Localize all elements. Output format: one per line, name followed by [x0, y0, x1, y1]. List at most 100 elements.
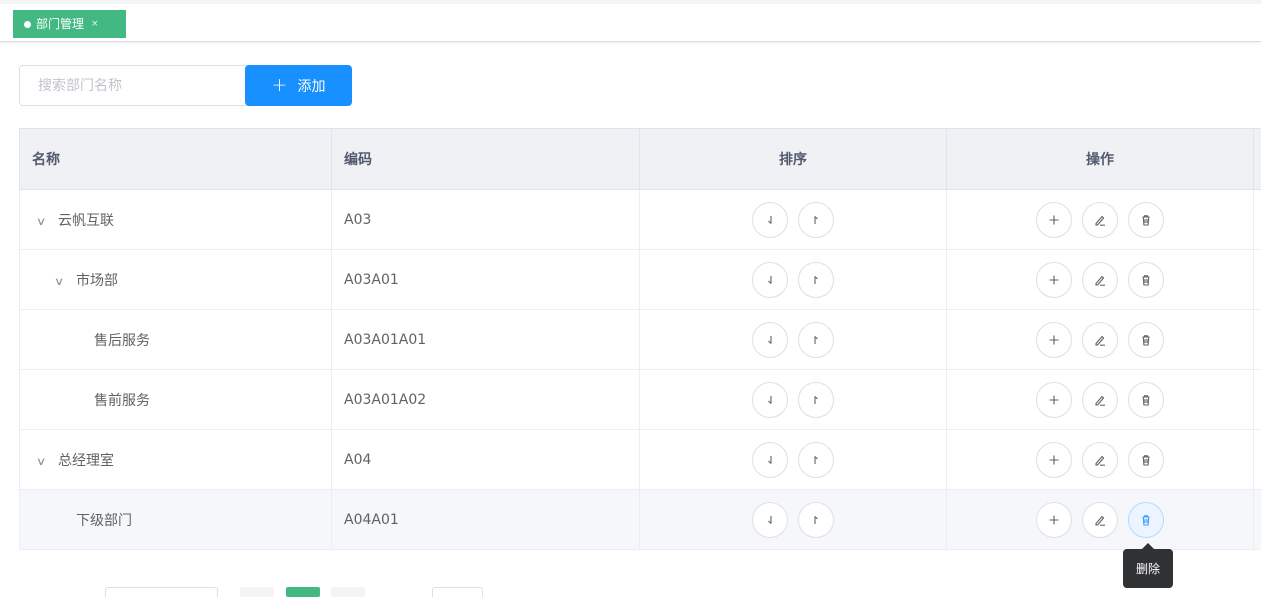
move-down-button[interactable] [752, 502, 788, 538]
delete-button[interactable] [1128, 202, 1164, 238]
add-child-button[interactable] [1036, 442, 1072, 478]
table-row[interactable]: 下级部门 A04A01 [20, 490, 1261, 550]
page-size-select[interactable] [105, 587, 218, 597]
arrow-up-icon [809, 333, 823, 347]
delete-button[interactable] [1128, 262, 1164, 298]
move-up-button[interactable] [798, 442, 834, 478]
dept-name: 下级部门 [76, 513, 132, 529]
edit-icon [1093, 333, 1107, 347]
move-down-button[interactable] [752, 202, 788, 238]
edit-icon [1093, 453, 1107, 467]
add-child-button[interactable] [1036, 202, 1072, 238]
cell-extra [1254, 190, 1261, 250]
cell-sort [640, 370, 947, 430]
move-up-button[interactable] [798, 502, 834, 538]
next-page-button[interactable] [331, 587, 365, 597]
edit-button[interactable] [1082, 322, 1118, 358]
arrow-up-icon [809, 273, 823, 287]
plus-icon [1047, 273, 1061, 287]
department-table: 名称 编码 排序 操作 ∨云帆互联A03∨市场部A03A01售后服务A03A01… [19, 128, 1261, 550]
table-row[interactable]: ∨市场部A03A01 [20, 250, 1261, 310]
arrow-down-icon [763, 513, 777, 527]
arrow-down-icon [763, 333, 777, 347]
add-child-button[interactable] [1036, 382, 1072, 418]
cell-ops [947, 490, 1254, 550]
arrow-up-icon [809, 393, 823, 407]
cell-sort [640, 310, 947, 370]
arrow-down-icon [763, 453, 777, 467]
plus-icon [1047, 453, 1061, 467]
delete-icon [1139, 213, 1153, 227]
delete-button[interactable] [1128, 502, 1164, 538]
cell-extra [1254, 310, 1261, 370]
table-row[interactable]: 售前服务A03A01A02 [20, 370, 1261, 430]
edit-button[interactable] [1082, 382, 1118, 418]
dept-name: 总经理室 [58, 453, 114, 469]
header-ops: 操作 [947, 129, 1254, 190]
cell-ops [947, 190, 1254, 250]
edit-button[interactable] [1082, 202, 1118, 238]
move-down-button[interactable] [752, 322, 788, 358]
move-up-button[interactable] [798, 262, 834, 298]
add-button[interactable]: + 添加 [245, 65, 352, 106]
expand-chevron-icon[interactable]: ∨ [36, 455, 54, 468]
arrow-up-icon [809, 453, 823, 467]
cell-code: A03 [332, 190, 640, 250]
move-down-button[interactable] [752, 262, 788, 298]
move-down-button[interactable] [752, 442, 788, 478]
plus-icon [1047, 213, 1061, 227]
add-child-button[interactable] [1036, 262, 1072, 298]
cell-code: A03A01 [332, 250, 640, 310]
move-up-button[interactable] [798, 382, 834, 418]
move-up-button[interactable] [798, 202, 834, 238]
cell-name: ∨市场部 [20, 250, 332, 310]
expand-chevron-icon[interactable]: ∨ [36, 215, 54, 228]
cell-name: 下级部门 [20, 490, 332, 550]
page-number-button[interactable] [286, 587, 320, 597]
delete-button[interactable] [1128, 322, 1164, 358]
delete-button[interactable] [1128, 442, 1164, 478]
close-icon[interactable]: × [91, 11, 99, 37]
search-input[interactable] [19, 65, 247, 106]
delete-tooltip: 删除 [1123, 549, 1173, 588]
move-down-button[interactable] [752, 382, 788, 418]
header-extra [1254, 129, 1261, 190]
edit-button[interactable] [1082, 442, 1118, 478]
dept-name: 云帆互联 [58, 213, 114, 229]
cell-sort [640, 190, 947, 250]
tab-label: 部门管理 [36, 11, 84, 37]
header-name: 名称 [20, 129, 332, 190]
edit-button[interactable] [1082, 502, 1118, 538]
table-row[interactable]: ∨总经理室A04 [20, 430, 1261, 490]
move-up-button[interactable] [798, 322, 834, 358]
arrow-down-icon [763, 273, 777, 287]
cell-extra [1254, 250, 1261, 310]
cell-sort [640, 250, 947, 310]
plus-icon: + [272, 76, 288, 95]
edit-icon [1093, 273, 1107, 287]
delete-icon [1139, 453, 1153, 467]
page-jump-input[interactable] [432, 587, 483, 597]
cell-name: ∨ 总经理室 [20, 430, 332, 490]
add-button-label: 添加 [297, 76, 325, 96]
cell-ops [947, 310, 1254, 370]
edit-icon [1093, 513, 1107, 527]
table-row[interactable]: ∨ 云帆互联 A03 [20, 190, 1261, 250]
delete-button[interactable] [1128, 382, 1164, 418]
tags-view-bar: 部门管理 × [0, 0, 1261, 42]
table-row[interactable]: 售后服务A03A01A01 [20, 310, 1261, 370]
add-child-button[interactable] [1036, 322, 1072, 358]
tab-dept-management[interactable]: 部门管理 × [13, 10, 126, 38]
edit-button[interactable] [1082, 262, 1118, 298]
prev-page-button[interactable] [240, 587, 274, 597]
add-child-button[interactable] [1036, 502, 1072, 538]
edit-icon [1093, 213, 1107, 227]
cell-name: 售后服务 [20, 310, 332, 370]
expand-chevron-icon[interactable]: ∨ [54, 275, 72, 288]
plus-icon [1047, 513, 1061, 527]
header-code: 编码 [332, 129, 640, 190]
cell-code: A04A01 [332, 490, 640, 550]
active-dot-icon [24, 21, 31, 28]
cell-code: A03A01A01 [332, 310, 640, 370]
delete-icon [1139, 273, 1153, 287]
